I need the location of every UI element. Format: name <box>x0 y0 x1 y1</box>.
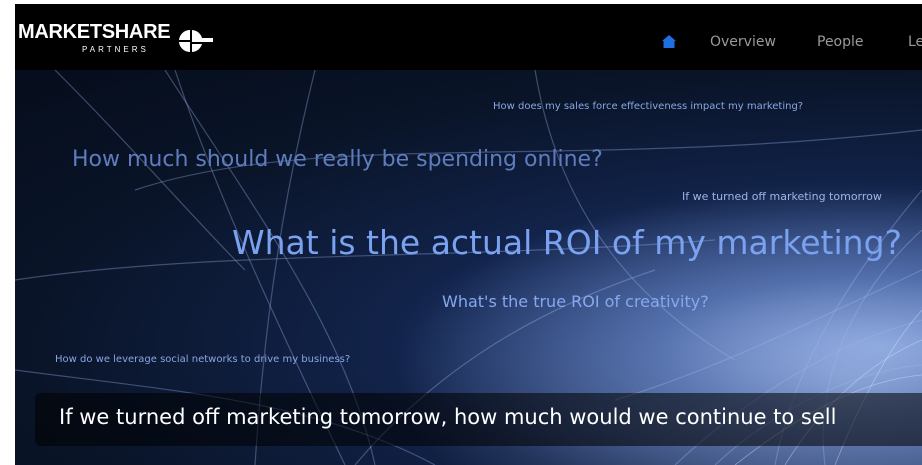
hero-question-3: If we turned off marketing tomorrow <box>682 190 882 203</box>
top-navigation-bar: MARKETSHARE PARTNERS Overview People Le <box>15 4 922 70</box>
hero-banner: How does my sales force effectiveness im… <box>15 70 922 465</box>
split-circle-logo-icon <box>179 30 213 52</box>
featured-question-banner: If we turned off marketing tomorrow, how… <box>35 393 922 446</box>
hero-question-5: What's the true ROI of creativity? <box>442 292 709 311</box>
hero-question-6: How do we leverage social networks to dr… <box>55 354 351 365</box>
page-frame: MARKETSHARE PARTNERS Overview People Le <box>15 4 922 465</box>
hero-question-4: What is the actual ROI of my marketing? <box>232 223 903 262</box>
nav-item-overview[interactable]: Overview <box>710 34 776 50</box>
nav-item-truncated[interactable]: Le <box>908 34 922 50</box>
home-icon[interactable] <box>662 35 676 48</box>
nav-item-people[interactable]: People <box>817 34 864 50</box>
hero-question-2: How much should we really be spending on… <box>72 147 603 172</box>
brand-logo-wordmark[interactable]: MARKETSHARE <box>18 22 171 42</box>
brand-logo-subtitle: PARTNERS <box>82 45 149 54</box>
featured-question-text: If we turned off marketing tomorrow, how… <box>59 405 837 429</box>
hero-question-1: How does my sales force effectiveness im… <box>493 101 804 112</box>
